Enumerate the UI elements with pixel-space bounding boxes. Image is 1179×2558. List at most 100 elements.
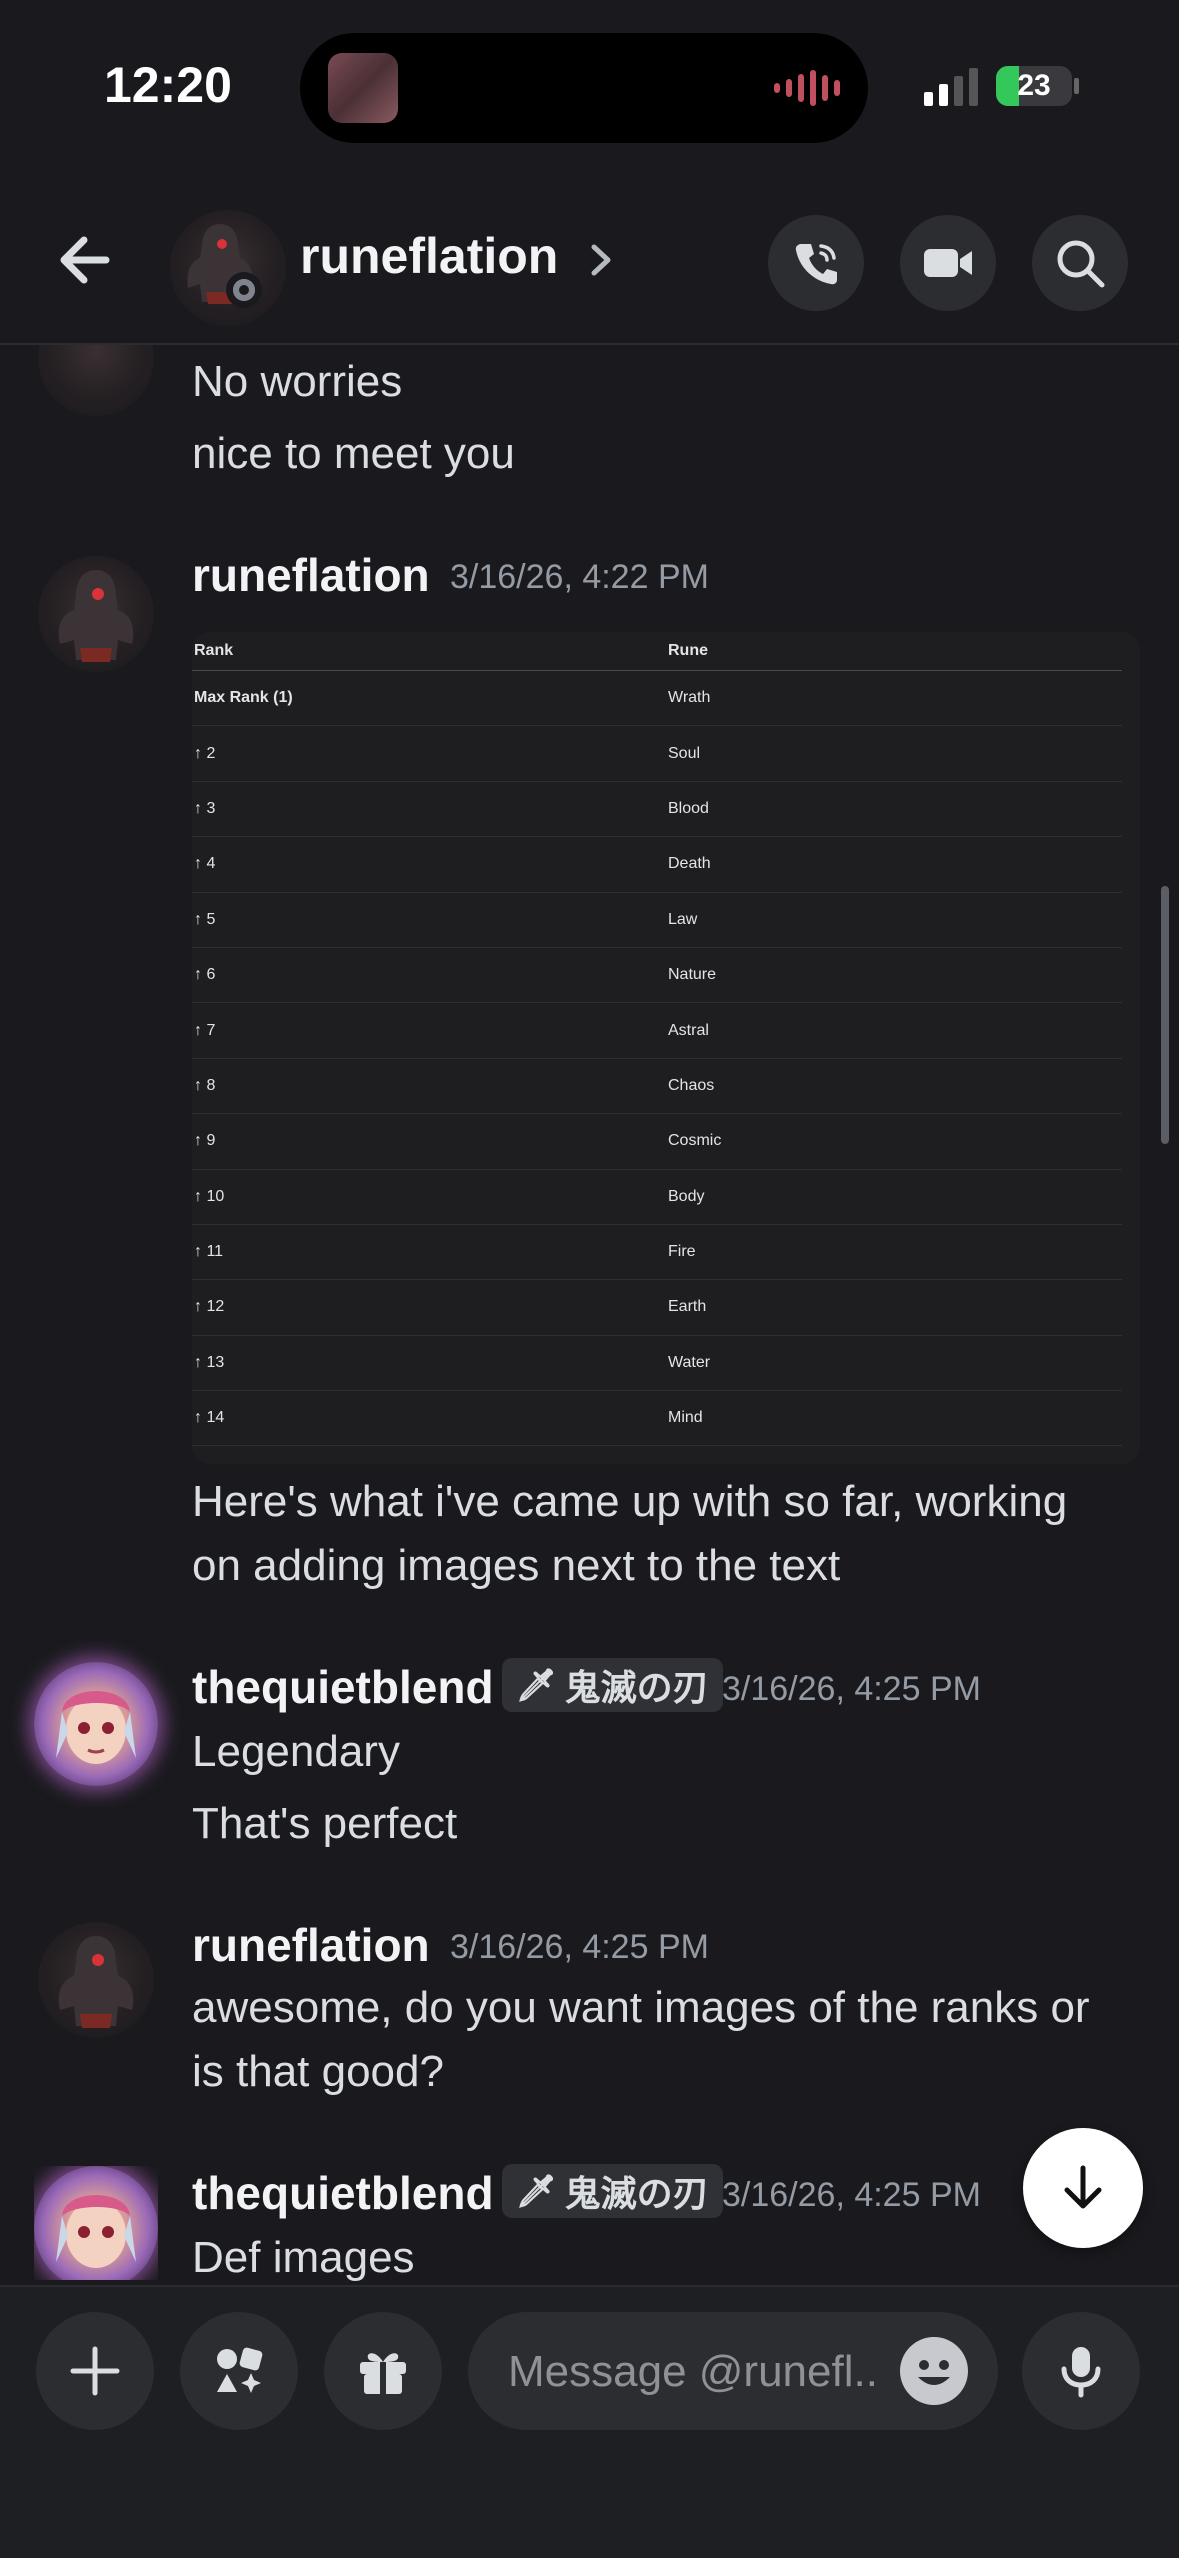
message-timestamp: 3/16/26, 4:22 PM (450, 558, 709, 596)
sword-icon: 🗡 (516, 1667, 557, 1703)
table-cell: Chaos (668, 1076, 715, 1094)
table-header-cell: Rune (668, 642, 708, 659)
video-camera-icon (924, 249, 972, 277)
signal-icon (924, 68, 978, 106)
table-row: ↑ 9 Cosmic (192, 1114, 1122, 1170)
table-cell: Cosmic (668, 1132, 722, 1150)
table-cell: Law (668, 910, 698, 928)
add-attachment-button[interactable] (36, 2312, 154, 2430)
status-time: 12:20 (104, 57, 232, 113)
table-row: ↑ 4 Death (192, 837, 1122, 893)
microphone-icon (1061, 2347, 1101, 2398)
message-timestamp: 3/16/26, 4:25 PM (722, 1670, 981, 1708)
chat-header: runeflation (0, 175, 1179, 345)
message-text: awesome, do you want images of the ranks… (192, 1983, 1090, 2096)
table-cell: Mind (668, 1409, 703, 1427)
author-avatar[interactable] (38, 1922, 154, 2038)
audio-wave-icon (774, 70, 840, 106)
message-input-box[interactable] (468, 2312, 998, 2432)
table-cell: ↑ 14 (194, 1409, 225, 1427)
table-cell: Nature (668, 966, 717, 984)
battery-level: 23 (1017, 69, 1051, 102)
message-text: Def images (192, 2233, 415, 2282)
message-text: Legendary (192, 1727, 400, 1776)
table-cell: ↑ 11 (194, 1243, 224, 1261)
message-text: No worries (192, 357, 403, 406)
scrollbar[interactable] (1161, 886, 1169, 1144)
message-author[interactable]: thequietblend (192, 1660, 494, 1714)
voice-call-button[interactable] (768, 215, 864, 311)
author-avatar[interactable] (34, 2166, 158, 2280)
message-author[interactable]: runeflation (192, 548, 430, 602)
video-call-button[interactable] (900, 215, 996, 311)
table-cell: ↑ 3 (194, 799, 216, 817)
arrow-down-icon (1064, 2165, 1102, 2209)
table-cell: Earth (668, 1298, 707, 1316)
contact-name[interactable]: runeflation (300, 227, 558, 285)
gift-button[interactable] (324, 2312, 442, 2430)
emoji-button[interactable] (900, 2337, 968, 2405)
table-row: ↑ 5 Law (192, 893, 1122, 948)
apps-icon (217, 2347, 263, 2393)
table-cell: Wrath (668, 689, 711, 707)
profile-chevron[interactable] (582, 237, 618, 283)
table-cell: ↑ 12 (194, 1298, 225, 1316)
table-row: ↑ 7 Astral (192, 1003, 1122, 1059)
table-row: Entry Rank (15)Air (192, 1446, 1122, 1464)
table-cell: Astral (668, 1021, 709, 1039)
rank-table: Rank Rune Max Rank (1) Wrath ↑ 2 Soul ↑ 3 Blood… (192, 632, 1122, 1464)
table-row: ↑ 6 Nature (192, 948, 1122, 1004)
server-tag-label: 鬼滅の刃 (564, 2173, 709, 2214)
cloaked-figure-icon (58, 570, 134, 662)
message-author[interactable]: thequietblend (192, 2166, 494, 2220)
phone-icon (795, 244, 837, 285)
author-avatar[interactable] (34, 1662, 158, 1786)
table-cell: ↑ 8 (194, 1076, 216, 1094)
table-cell: Soul (668, 744, 701, 762)
anime-avatar-icon (56, 1691, 136, 1764)
back-button[interactable] (50, 225, 120, 295)
sword-icon: 🗡 (516, 2173, 557, 2209)
table-row: ↑ 12 Earth (192, 1280, 1122, 1336)
message-input[interactable] (506, 2312, 910, 2432)
message-text: nice to meet you (192, 429, 515, 478)
image-attachment[interactable]: Rank Rune Max Rank (1) Wrath ↑ 2 Soul ↑ 3 Blood… (192, 632, 1140, 1464)
table-cell: ↑ 10 (194, 1187, 225, 1205)
emoji-icon (918, 2360, 950, 2385)
table-header-cell: Rank (194, 642, 234, 659)
search-icon (1057, 240, 1105, 288)
table-row: ↑ 8 Chaos (192, 1059, 1122, 1115)
table-cell: Fire (668, 1243, 696, 1261)
table-cell: ↑ 7 (194, 1021, 216, 1039)
gift-icon (360, 2353, 406, 2394)
server-tag[interactable]: 🗡 鬼滅の刃 (502, 2164, 723, 2218)
chevron-right-icon (591, 244, 611, 276)
message-author[interactable]: runeflation (192, 1918, 430, 1972)
table-cell: ↑ 13 (194, 1353, 225, 1371)
message-timestamp: 3/16/26, 4:25 PM (450, 1928, 709, 1966)
apps-button[interactable] (180, 2312, 298, 2430)
table-cell: ↑ 5 (194, 910, 216, 928)
table-cell: ↑ 9 (194, 1132, 216, 1150)
server-tag[interactable]: 🗡 鬼滅の刃 (502, 1658, 723, 1712)
author-avatar[interactable] (38, 556, 154, 672)
anime-avatar-icon (56, 2195, 136, 2268)
now-playing-thumbnail (328, 53, 398, 123)
table-cell: Body (668, 1187, 705, 1205)
message-composer (0, 2285, 1179, 2558)
table-cell: Death (668, 855, 711, 873)
search-button[interactable] (1032, 215, 1128, 311)
jump-to-bottom-button[interactable] (1023, 2128, 1143, 2248)
table-row: ↑ 3 Blood (192, 782, 1122, 838)
presence-status-indicator (226, 272, 262, 308)
contact-avatar[interactable] (170, 210, 286, 326)
table-row: ↑ 11 Fire (192, 1225, 1122, 1281)
table-cell: Blood (668, 799, 709, 817)
table-cell: Water (668, 1353, 711, 1371)
message-timestamp: 3/16/26, 4:25 PM (722, 2176, 981, 2214)
table-row: ↑ 14 Mind (192, 1391, 1122, 1447)
table-row: Max Rank (1) Wrath (192, 671, 1122, 727)
table-cell: ↑ 2 (194, 744, 216, 762)
server-tag-label: 鬼滅の刃 (564, 1667, 709, 1708)
voice-message-button[interactable] (1022, 2312, 1140, 2430)
